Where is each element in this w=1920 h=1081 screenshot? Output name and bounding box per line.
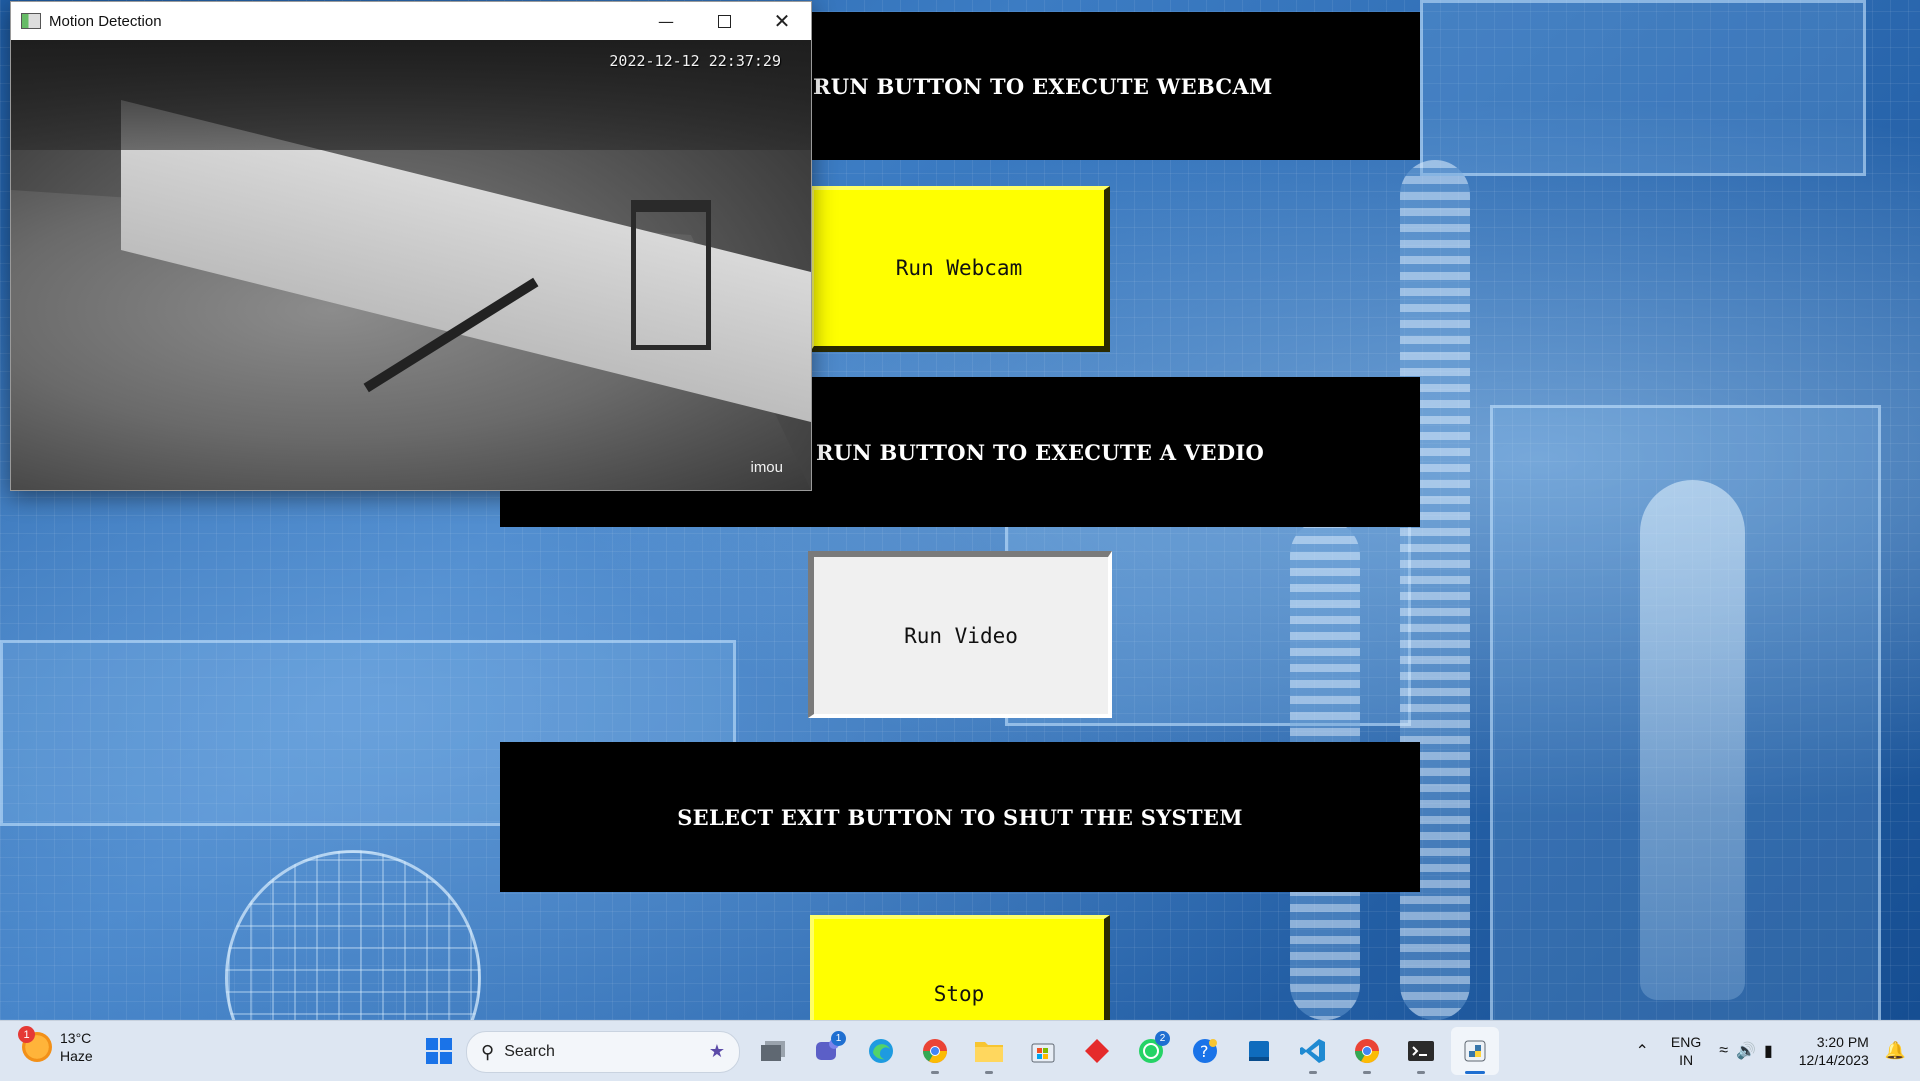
start-button[interactable] [415,1027,463,1075]
volume-icon[interactable]: 🔊 [1736,1041,1756,1061]
weather-temperature: 13°C [60,1030,92,1046]
red-diamond-icon [1085,1039,1109,1063]
run-video-label: Run Video [904,623,1018,648]
stop-label: Stop [933,982,985,1006]
wifi-icon[interactable]: ≈ [1719,1042,1728,1060]
svg-text:?: ? [1200,1042,1209,1061]
banner-exit: SELECT EXIT BUTTON TO SHUT THE SYSTEM [500,742,1420,892]
close-icon: ✕ [773,9,791,33]
blue-app[interactable] [1235,1027,1283,1075]
python-app[interactable] [1451,1027,1499,1075]
show-hidden-icons-chevron-icon[interactable]: ⌃ [1635,1041,1648,1061]
microsoft-store-app[interactable] [1019,1027,1067,1075]
get-help-app[interactable]: ? [1181,1027,1229,1075]
language-indicator[interactable]: ENG IN [1671,1033,1701,1069]
file-explorer-app[interactable] [965,1027,1013,1075]
whatsapp-app[interactable]: 2 [1127,1027,1175,1075]
feed-brand-watermark: imou [750,459,783,476]
clock-time: 3:20 PM [1816,1034,1869,1050]
minimize-button[interactable]: — [637,2,695,40]
maximize-icon [717,14,731,28]
diamond-app[interactable] [1073,1027,1121,1075]
blue-app-icon [1249,1041,1269,1061]
clock-date: 12/14/2023 [1798,1052,1869,1068]
language-code: ENG [1670,1034,1702,1050]
clock[interactable]: 3:20 PM 12/14/2023 [1799,1033,1869,1069]
terminal-app[interactable] [1397,1027,1445,1075]
weather-badge: 1 [18,1026,35,1043]
window-titlebar[interactable]: Motion Detection — ✕ [11,2,811,40]
vscode-app[interactable] [1289,1027,1337,1075]
motion-detection-window: Motion Detection — ✕ 2022-12-12 22:37:29… [10,1,812,491]
folder-icon [975,1042,1003,1062]
maximize-button[interactable] [695,2,753,40]
window-title: Motion Detection [49,12,162,30]
system-tray: ⌃ ENG IN ≈ 🔊 ▮ 3:20 PM 12/14/2023 🔔 [1635,1021,1920,1081]
task-view-icon [761,1041,785,1061]
banner-webcam-text: RUN BUTTON TO EXECUTE WEBCAM [813,73,1273,99]
notification-bell-icon[interactable]: 🔔 [1885,1041,1906,1061]
banner-webcam: RUN BUTTON TO EXECUTE WEBCAM [760,12,1420,160]
windows-logo-icon [426,1038,452,1064]
vscode-icon [1300,1039,1325,1063]
taskbar-search[interactable]: ⚲ Search ★ [466,1031,740,1073]
weather-description: Haze [60,1048,93,1064]
chrome-app-2[interactable] [1343,1027,1391,1075]
whatsapp-badge: 2 [1155,1031,1170,1046]
edge-icon [869,1039,893,1063]
banner-exit-text: SELECT EXIT BUTTON TO SHUT THE SYSTEM [677,804,1243,830]
weather-widget[interactable]: 1 13°C Haze [18,1026,93,1065]
weather-sun-icon: 1 [18,1026,52,1062]
run-webcam-label: Run Webcam [895,256,1023,280]
teams-badge: 1 [831,1031,846,1046]
search-icon: ⚲ [481,1041,495,1062]
camera-feed: 2022-12-12 22:37:29 imou [11,40,811,490]
minimize-icon: — [658,11,674,31]
battery-icon[interactable]: ▮ [1764,1041,1773,1061]
run-webcam-button[interactable]: Run Webcam [810,186,1110,352]
close-button[interactable]: ✕ [753,2,811,40]
search-highlight-icon: ★ [708,1041,725,1061]
task-view-button[interactable] [749,1027,797,1075]
help-icon: ? [1193,1039,1217,1063]
taskbar: 1 13°C Haze ⚲ Search ★ 1 2 ? ⌃ ENG IN ≈ … [0,1020,1920,1081]
feed-timestamp: 2022-12-12 22:37:29 [609,52,781,70]
store-icon [1031,1043,1055,1063]
app-window-icon [21,13,41,29]
chrome-icon [1355,1039,1379,1064]
teams-app[interactable]: 1 [803,1027,851,1075]
search-label: Search [504,1043,555,1060]
chrome-icon [923,1039,947,1064]
language-region: IN [1679,1052,1694,1068]
python-icon [1464,1040,1486,1062]
terminal-icon [1408,1041,1434,1061]
banner-video-text: RUN BUTTON TO EXECUTE A VEDIO [816,439,1265,465]
run-video-button[interactable]: Run Video [808,551,1112,718]
chrome-app-1[interactable] [911,1027,959,1075]
edge-app[interactable] [857,1027,905,1075]
